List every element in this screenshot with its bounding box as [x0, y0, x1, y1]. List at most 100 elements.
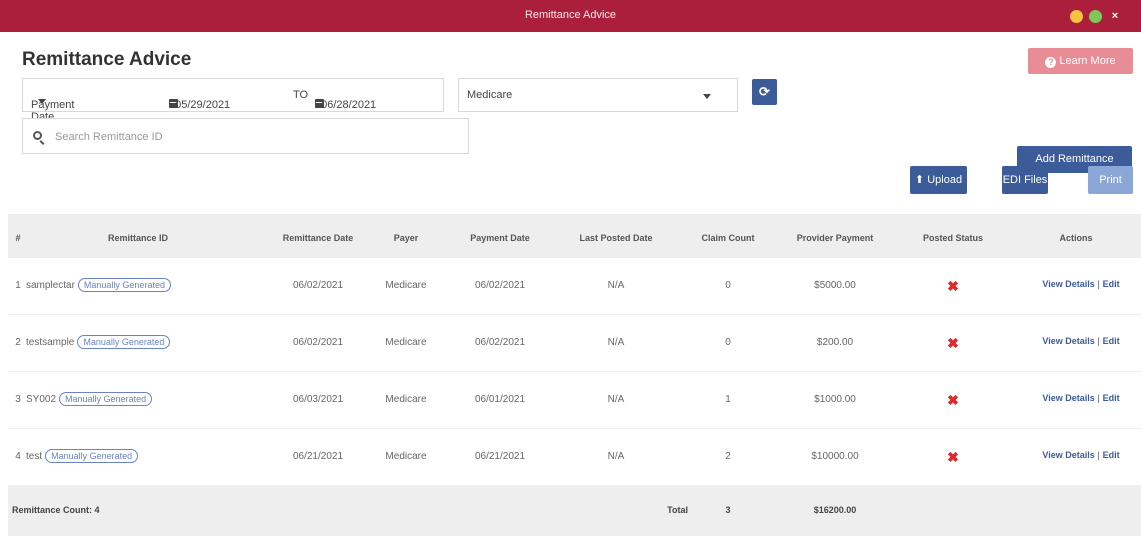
view-details-link[interactable]: View Details — [1042, 279, 1094, 289]
column-header-actions: Actions — [1059, 233, 1093, 243]
row-number: 4 — [15, 451, 21, 462]
view-details-link[interactable]: View Details — [1042, 336, 1094, 346]
search-box — [22, 118, 469, 154]
total-provider-payment: $16200.00 — [813, 505, 857, 515]
refresh-button[interactable]: ⟳ — [752, 79, 777, 105]
payer: Medicare — [385, 394, 427, 405]
provider-payment: $10000.00 — [811, 451, 859, 462]
view-details-link[interactable]: View Details — [1042, 450, 1094, 460]
manually-generated-badge: Manually Generated — [77, 278, 171, 292]
print-button[interactable]: Print — [1088, 166, 1133, 194]
provider-payment: $200.00 — [816, 337, 854, 348]
learn-more-label: Learn More — [1059, 55, 1116, 67]
column-header-claim-count: Claim Count — [701, 233, 755, 243]
last-posted-date: N/A — [607, 337, 625, 348]
not-posted-x-icon: ✖ — [947, 278, 959, 294]
row-actions: View Details | Edit — [1021, 450, 1141, 461]
table-footer: Remittance Count: 4 Total 3 $16200.00 — [8, 486, 1141, 536]
manually-generated-badge: Manually Generated — [77, 335, 171, 349]
row-actions: View Details | Edit — [1021, 279, 1141, 290]
to-label: TO — [293, 89, 309, 101]
claim-count: 1 — [725, 394, 731, 405]
table-row: 2 testsample Manually Generated 06/02/202… — [8, 315, 1141, 372]
table-row: 4 test Manually Generated 06/21/2021 Medi… — [8, 429, 1141, 486]
upload-label: Upload — [927, 174, 963, 186]
action-separator: | — [1097, 393, 1100, 403]
to-date-value: 06/28/2021 — [321, 99, 377, 111]
payer: Medicare — [385, 280, 427, 291]
learn-more-button[interactable]: ? Learn More — [1028, 48, 1133, 74]
total-claim-count: 3 — [725, 505, 731, 515]
action-separator: | — [1097, 279, 1100, 289]
remittance-id-cell: test Manually Generated — [26, 449, 139, 463]
provider-payment: $5000.00 — [814, 280, 856, 291]
row-number: 3 — [15, 394, 21, 405]
upload-button[interactable]: ⬆ Upload — [910, 166, 967, 194]
remittance-date: 06/03/2021 — [292, 394, 344, 405]
remittance-id-cell: testsample Manually Generated — [26, 335, 171, 349]
manually-generated-badge: Manually Generated — [45, 449, 139, 463]
remittance-id-cell: samplectar Manually Generated — [26, 278, 171, 292]
manually-generated-badge: Manually Generated — [59, 392, 153, 406]
row-actions: View Details | Edit — [1021, 336, 1141, 347]
window-titlebar: Remittance Advice × — [0, 0, 1141, 32]
column-header-number: # — [15, 233, 21, 243]
minimize-button[interactable] — [1070, 10, 1083, 23]
maximize-button[interactable] — [1089, 10, 1102, 23]
view-details-link[interactable]: View Details — [1042, 393, 1094, 403]
column-header-remittance-date: Remittance Date — [282, 233, 354, 243]
remittance-id: testsample — [26, 337, 75, 348]
edit-link[interactable]: Edit — [1103, 450, 1120, 460]
claim-count: 0 — [725, 337, 731, 348]
payment-date: 06/02/2021 — [474, 280, 526, 291]
to-date-field[interactable]: 06/28/2021 — [315, 89, 376, 111]
provider-payment: $1000.00 — [814, 394, 856, 405]
remittance-date: 06/21/2021 — [292, 451, 344, 462]
claim-count: 2 — [725, 451, 731, 462]
payer-select[interactable]: Medicare — [458, 78, 738, 112]
from-date-value: 05/29/2021 — [175, 99, 231, 111]
not-posted-x-icon: ✖ — [947, 335, 959, 351]
refresh-icon: ⟳ — [759, 84, 770, 99]
payer: Medicare — [385, 451, 427, 462]
column-header-posted-status: Posted Status — [922, 233, 983, 243]
date-filter: Payment Date 05/29/2021 TO 06/28/2021 — [22, 78, 444, 123]
remittance-id: test — [26, 451, 43, 462]
last-posted-date: N/A — [607, 394, 625, 405]
search-input[interactable] — [55, 128, 455, 146]
edit-link[interactable]: Edit — [1103, 393, 1120, 403]
from-date-field[interactable]: 05/29/2021 — [169, 89, 230, 111]
edit-link[interactable]: Edit — [1103, 336, 1120, 346]
payer: Medicare — [385, 337, 427, 348]
remittance-id-cell: SY002 Manually Generated — [26, 392, 153, 406]
column-header-provider-payment: Provider Payment — [796, 233, 874, 243]
remittance-date: 06/02/2021 — [292, 280, 344, 291]
row-number: 2 — [15, 337, 21, 348]
not-posted-x-icon: ✖ — [947, 392, 959, 408]
close-button[interactable]: × — [1108, 9, 1122, 23]
window-title: Remittance Advice — [524, 9, 617, 21]
column-header-payer: Payer — [393, 233, 419, 243]
last-posted-date: N/A — [607, 280, 625, 291]
page-title: Remittance Advice — [22, 49, 192, 70]
table-header: # Remittance ID Remittance Date Payer Pa… — [8, 214, 1141, 258]
action-separator: | — [1097, 450, 1100, 460]
payment-date: 06/21/2021 — [474, 451, 526, 462]
help-icon: ? — [1045, 57, 1057, 68]
column-header-last-posted-date: Last Posted Date — [579, 233, 653, 243]
total-label: Total — [667, 505, 688, 515]
chevron-down-icon — [703, 94, 711, 99]
last-posted-date: N/A — [607, 451, 625, 462]
remittance-id: SY002 — [26, 394, 57, 405]
payment-date: 06/01/2021 — [474, 394, 526, 405]
edit-link[interactable]: Edit — [1103, 279, 1120, 289]
payer-select-value: Medicare — [467, 89, 513, 101]
edi-files-button[interactable]: EDI Files — [1002, 166, 1048, 194]
action-separator: | — [1097, 336, 1100, 346]
search-icon — [33, 131, 42, 140]
remittance-count: Remittance Count: 4 — [12, 505, 100, 515]
close-icon: × — [1111, 10, 1119, 22]
row-number: 1 — [15, 280, 21, 291]
remittance-date: 06/02/2021 — [292, 337, 344, 348]
upload-icon: ⬆ — [914, 174, 925, 186]
